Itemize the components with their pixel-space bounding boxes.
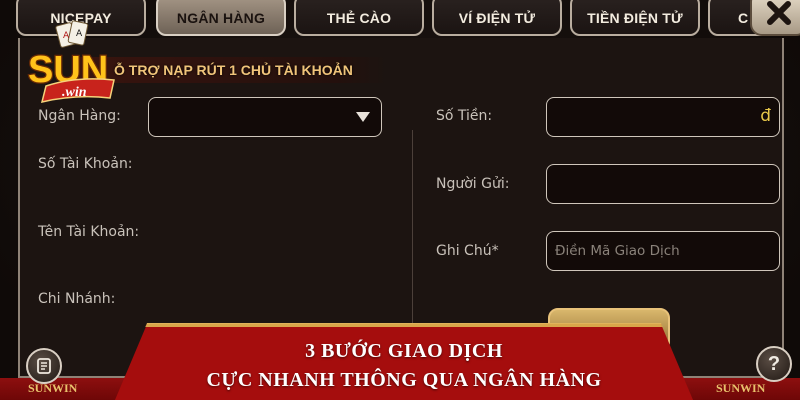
tab-label: TIỀN ĐIỆN TỬ — [587, 10, 683, 26]
tab-card[interactable]: THẺ CÀO — [294, 0, 424, 36]
svg-text:A: A — [76, 29, 83, 39]
deposit-screen: NICEPAY NGÂN HÀNG THẺ CÀO VÍ ĐIỆN TỬ TIỀ… — [0, 0, 800, 400]
tab-bank[interactable]: NGÂN HÀNG — [156, 0, 286, 36]
svg-text:A: A — [63, 31, 70, 41]
promo-line-2: CỰC NHANH THÔNG QUA NGÂN HÀNG — [206, 369, 602, 391]
footer-brand-right: SUNWIN — [716, 381, 766, 395]
help-button[interactable]: ? — [756, 346, 792, 382]
close-button[interactable] — [750, 0, 800, 36]
tab-label: THẺ CÀO — [326, 10, 392, 26]
tab-label: VÍ ĐIỆN TỬ — [458, 10, 536, 26]
bank-select[interactable] — [148, 97, 382, 137]
sender-input[interactable] — [546, 164, 780, 204]
support-banner-text: Ỗ TRỢ NẠP RÚT 1 CHỦ TÀI KHOẢN — [114, 62, 353, 78]
sunwin-logo-graphic: A A SUN .win — [27, 20, 115, 104]
close-icon — [767, 1, 791, 25]
currency-symbol: đ — [760, 106, 771, 126]
logo-sub-wordmark: .win — [62, 85, 87, 100]
branch-label: Chi Nhánh: — [38, 291, 116, 307]
tab-crypto[interactable]: TIỀN ĐIỆN TỬ — [570, 0, 700, 36]
amount-label: Số Tiền: — [436, 108, 493, 124]
promo-line-1: 3 BƯỚC GIAO DỊCH — [305, 340, 503, 362]
tab-label: NGÂN HÀNG — [176, 10, 266, 26]
help-icon: ? — [767, 352, 781, 375]
chevron-down-icon — [356, 112, 370, 122]
note-input[interactable]: Điền Mã Giao Dịch — [546, 231, 780, 271]
footer-brand-left: SUNWIN — [28, 381, 78, 395]
history-button[interactable] — [26, 348, 62, 384]
tab-e-wallet[interactable]: VÍ ĐIỆN TỬ — [432, 0, 562, 36]
note-label: Ghi Chú* — [436, 243, 499, 259]
sunwin-logo: A A SUN .win — [18, 16, 128, 106]
account-number-label: Số Tài Khoản: — [38, 156, 133, 172]
amount-input[interactable]: đ — [546, 97, 780, 137]
account-name-label: Tên Tài Khoản: — [38, 224, 140, 240]
bank-label: Ngân Hàng: — [38, 108, 121, 124]
document-icon — [37, 358, 51, 374]
tab-label: C — [738, 10, 749, 26]
sender-label: Người Gửi: — [436, 176, 510, 192]
column-divider — [412, 130, 413, 340]
note-placeholder: Điền Mã Giao Dịch — [555, 243, 680, 259]
